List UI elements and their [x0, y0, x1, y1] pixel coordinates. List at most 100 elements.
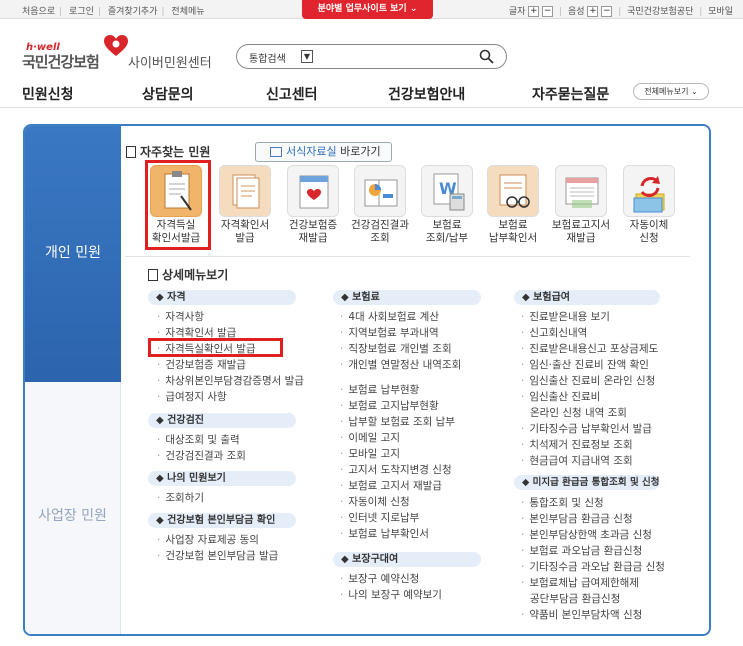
menu-item[interactable]: 임신출산 진료비: [521, 389, 600, 404]
menu-item[interactable]: 임신·출산 진료비 잔액 확인: [521, 357, 649, 372]
tab-personal[interactable]: 개인 민원: [25, 126, 121, 382]
insurance-card-icon: [287, 165, 339, 217]
section-unpaid-refunds[interactable]: ◆ 미지급 환급금 통합조회 및 신청: [514, 475, 660, 490]
quick-insurance-card-reissue[interactable]: 건강보험증 재발급: [278, 165, 348, 245]
sound-minus-button[interactable]: −: [601, 6, 613, 17]
menu-item[interactable]: 사업장 자료제공 동의: [157, 532, 259, 547]
menu-item[interactable]: 통합조회 및 신청: [521, 495, 603, 510]
menu-item[interactable]: 본인부담금 환급금 신청: [521, 511, 632, 526]
menu-item[interactable]: 지역보험료 부과내역: [340, 325, 438, 340]
menu-item[interactable]: 보장구 예약신청: [340, 571, 419, 586]
font-size-label: 글자: [508, 7, 526, 17]
font-minus-button[interactable]: −: [542, 6, 554, 17]
section-benefits[interactable]: ◆ 보험급여: [514, 290, 660, 305]
section-device-rental[interactable]: ◆ 보장구대여: [333, 552, 481, 567]
monitor-icon: [270, 147, 282, 157]
menu-item[interactable]: 납부할 보험료 조회 납부: [340, 414, 455, 429]
all-menu-button[interactable]: 전체메뉴보기 ⌄: [633, 83, 709, 100]
login-link[interactable]: 로그인: [69, 7, 94, 17]
menu-item[interactable]: 직장보험료 개인별 조회: [340, 341, 451, 356]
font-plus-button[interactable]: +: [528, 6, 540, 17]
menu-item[interactable]: 기타징수금 납부확인서 발급: [521, 421, 652, 436]
section-checkup[interactable]: ◆ 건강검진: [148, 413, 296, 428]
menu-item[interactable]: 보험료체납 급여제한해제: [521, 575, 639, 590]
menu-item[interactable]: 보험료 납부확인서: [340, 526, 429, 541]
menu-item[interactable]: 차상위본인부담경감증명서 발급: [157, 373, 304, 388]
nhis-link[interactable]: 국민건강보험공단: [627, 7, 693, 17]
quick-payment-confirmation[interactable]: 보험료 납부확인서: [478, 165, 548, 245]
menu-item-continuation[interactable]: 공단부담금 환급신청: [530, 591, 620, 606]
detail-menu-title: 상세메뉴보기: [148, 266, 228, 283]
nav-report[interactable]: 신고센터: [266, 84, 318, 104]
home-link[interactable]: 처음으로: [22, 7, 55, 17]
menu-item[interactable]: 기타징수금 과오납 환급금 신청: [521, 559, 665, 574]
section-divider: [125, 256, 690, 257]
search-category-label: 통합검색: [249, 54, 286, 65]
section-my-requests[interactable]: ◆ 나의 민원보기: [148, 471, 296, 486]
main-nav: 민원신청 상담문의 신고센터 건강보험안내 자주묻는질문 전체메뉴보기 ⌄: [0, 80, 743, 108]
search-category-select[interactable]: ▼: [301, 50, 313, 63]
menu-item[interactable]: 보험료 고지서 재발급: [340, 478, 442, 493]
sound-plus-button[interactable]: +: [587, 6, 599, 17]
menu-item[interactable]: 급여정지 사항: [157, 389, 226, 404]
menu-item[interactable]: 4대 사회보험료 계산: [340, 309, 439, 324]
document-icon: [148, 269, 158, 281]
menu-item[interactable]: 보험료 과오납금 환급신청: [521, 543, 642, 558]
menu-item[interactable]: 자격사항: [157, 309, 204, 324]
highlight-box-menu: [148, 338, 283, 357]
quick-premium-payment[interactable]: W 보험료 조회/납부: [412, 165, 482, 245]
menu-item[interactable]: 보험료 고지납부현황: [340, 398, 438, 413]
nav-faq[interactable]: 자주묻는질문: [532, 84, 609, 104]
bill-icon: [555, 165, 607, 217]
menu-item[interactable]: 고지서 도착지변경 신청: [340, 462, 451, 477]
utility-links: 처음으로 | 로그인 | 즐겨찾기추가 | 전체메뉴: [22, 7, 205, 17]
menu-item[interactable]: 약품비 본인부담차액 신청: [521, 607, 642, 622]
menu-item[interactable]: 개인별 연말정산 내역조회: [340, 357, 461, 372]
chart-report-icon: [354, 165, 406, 217]
quick-checkup-results[interactable]: 건강검진결과 조회: [345, 165, 415, 245]
menu-item[interactable]: 건강보험증 재발급: [157, 357, 246, 372]
section-copayment[interactable]: ◆ 건강보험 본인부담금 확인: [148, 513, 296, 528]
menu-item[interactable]: 조회하기: [157, 490, 204, 505]
document-icon: [126, 146, 136, 158]
utility-right: 글자 + − | 음성 + − | 국민건강보험공단 | 모바일: [508, 6, 733, 17]
menu-item[interactable]: 인터넷 지로납부: [340, 510, 419, 525]
menu-item[interactable]: 대상조회 및 출력: [157, 432, 239, 447]
menu-item[interactable]: 본인부담상한액 초과금 신청: [521, 527, 652, 542]
field-sites-button[interactable]: 분야별 업무사이트 보기 ⌄: [302, 0, 433, 19]
nav-consult[interactable]: 상담문의: [142, 84, 194, 104]
search-box[interactable]: 통합검색 ▼: [236, 44, 507, 69]
menu-item[interactable]: 자동이체 신청: [340, 494, 409, 509]
menu-item[interactable]: 건강검진결과 조회: [157, 448, 246, 463]
menu-item[interactable]: 임신출산 진료비 온라인 신청: [521, 373, 655, 388]
chevron-down-icon: ⌄: [409, 4, 418, 14]
menu-item[interactable]: 나의 보장구 예약보기: [340, 587, 442, 602]
quick-eligibility-confirmation[interactable]: 자격확인서 발급: [210, 165, 280, 245]
logo-title[interactable]: 국민건강보험: [22, 51, 100, 72]
menu-item[interactable]: 건강보험 본인부담금 발급: [157, 548, 278, 563]
quick-auto-transfer[interactable]: 자동이체 신청: [614, 165, 684, 245]
menu-item[interactable]: 현금급여 지급내역 조회: [521, 453, 632, 468]
bookmark-link[interactable]: 즐겨찾기추가: [108, 7, 158, 17]
section-eligibility[interactable]: ◆ 자격: [148, 290, 296, 305]
quick-bill-reissue[interactable]: 보험료고지서 재발급: [546, 165, 616, 245]
sitemap-link[interactable]: 전체메뉴: [171, 7, 204, 17]
tab-business[interactable]: 사업장 민원: [25, 382, 121, 634]
menu-item[interactable]: 보험료 납부현황: [340, 382, 419, 397]
forms-link[interactable]: 서식자료실 바로가기: [255, 142, 392, 162]
top-utility-bar: 처음으로 | 로그인 | 즐겨찾기추가 | 전체메뉴 분야별 업무사이트 보기 ⌄ 글…: [0, 0, 743, 19]
cyber-center-label: 사이버민원센터: [128, 56, 212, 71]
frequent-title: 자주찾는 민원: [126, 143, 210, 160]
menu-item[interactable]: 이메일 고지: [340, 430, 400, 445]
menu-item[interactable]: 진료받은내용 보기: [521, 309, 610, 324]
mobile-link[interactable]: 모바일: [708, 7, 733, 17]
search-icon[interactable]: [479, 49, 494, 68]
nav-apply[interactable]: 민원신청: [22, 84, 74, 104]
menu-item[interactable]: 치석제거 진료정보 조회: [521, 437, 632, 452]
menu-item-continuation[interactable]: 온라인 신청 내역 조회: [530, 405, 627, 420]
menu-item[interactable]: 모바일 고지: [340, 446, 400, 461]
menu-item[interactable]: 신고회신내역: [521, 325, 587, 340]
nav-insurance-info[interactable]: 건강보험안내: [388, 84, 465, 104]
menu-item[interactable]: 진료받은내용신고 포상금제도: [521, 341, 658, 356]
section-premium[interactable]: ◆ 보험료: [333, 290, 481, 305]
